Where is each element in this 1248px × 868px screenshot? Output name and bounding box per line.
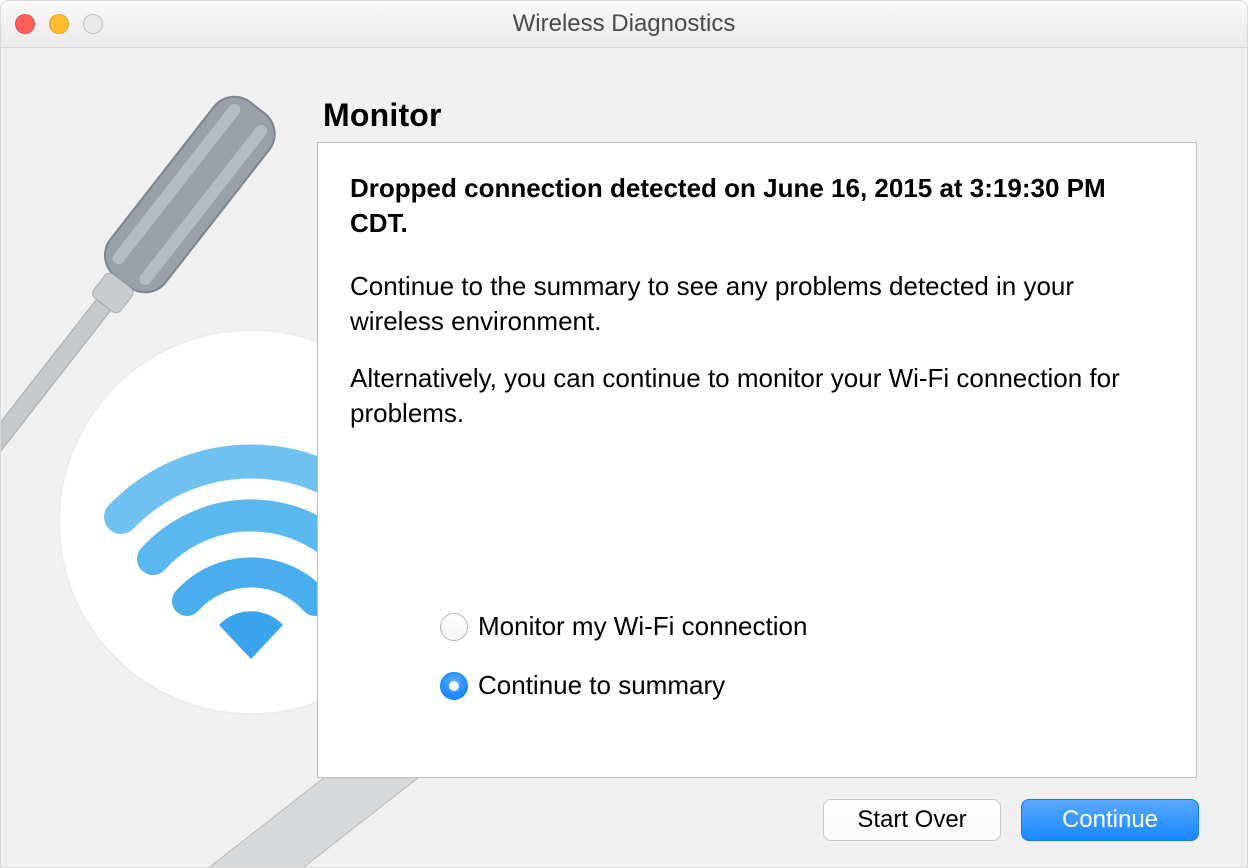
footer-buttons: Start Over Continue [823,799,1199,841]
radio-label: Monitor my Wi-Fi connection [478,611,807,642]
radio-option-monitor[interactable]: Monitor my Wi-Fi connection [440,611,807,642]
window-title: Wireless Diagnostics [1,1,1247,47]
section-heading: Monitor [323,97,1201,134]
continue-button[interactable]: Continue [1021,799,1199,841]
titlebar: Wireless Diagnostics [1,1,1247,48]
zoom-window-button[interactable] [83,14,103,34]
radio-label: Continue to summary [478,670,725,701]
start-over-button[interactable]: Start Over [823,799,1001,841]
traffic-lights [15,14,103,34]
body-paragraph-2: Alternatively, you can continue to monit… [350,361,1164,431]
window: Wireless Diagnostics [0,0,1248,868]
radio-option-summary[interactable]: Continue to summary [440,670,807,701]
body-paragraph-1: Continue to the summary to see any probl… [350,269,1164,339]
close-window-button[interactable] [15,14,35,34]
content-area: Monitor Dropped connection detected on J… [317,97,1201,778]
alert-headline: Dropped connection detected on June 16, … [350,171,1164,241]
radio-icon [440,672,468,700]
minimize-window-button[interactable] [49,14,69,34]
content-panel: Dropped connection detected on June 16, … [317,142,1197,778]
radio-icon [440,613,468,641]
radio-group: Monitor my Wi-Fi connection Continue to … [440,611,807,729]
